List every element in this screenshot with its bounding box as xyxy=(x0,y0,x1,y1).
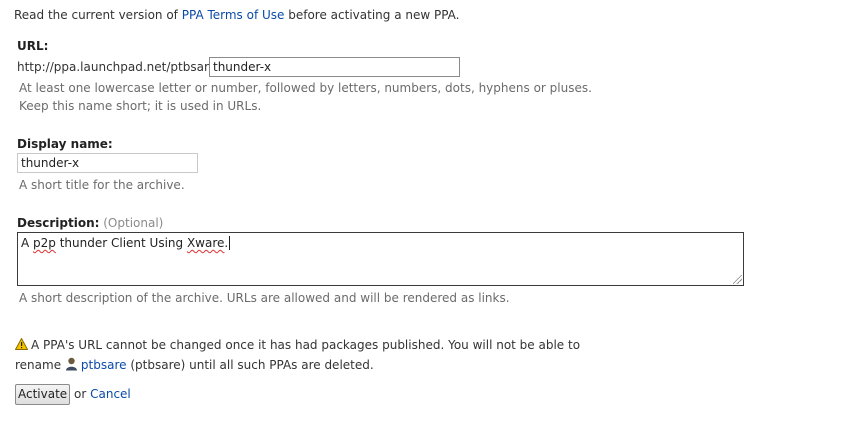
text-cursor xyxy=(229,236,231,250)
person-icon xyxy=(65,357,77,371)
url-name-input[interactable] xyxy=(209,57,460,77)
url-help-line1: At least one lowercase letter or number,… xyxy=(19,81,592,95)
intro-text: Read the current version of PPA Terms of… xyxy=(14,8,460,22)
url-prefix: http://ppa.launchpad.net/ptbsare/ xyxy=(17,60,221,74)
spellcheck-word: Xware xyxy=(186,236,225,250)
actions-row-text: or Cancel xyxy=(74,387,131,401)
warning-icon xyxy=(15,338,28,350)
description-textarea[interactable]: A p2p thunder Client Using Xware. xyxy=(17,232,744,286)
activate-button[interactable]: Activate xyxy=(15,384,71,405)
ppa-terms-link[interactable]: PPA Terms of Use xyxy=(182,8,285,22)
spellcheck-word: p2p xyxy=(33,236,56,250)
display-name-label: Display name: xyxy=(17,137,113,151)
resize-handle-icon[interactable] xyxy=(733,275,742,284)
description-label-row: Description: (Optional) xyxy=(17,216,163,230)
user-ptbsare-link[interactable]: ptbsare xyxy=(81,358,127,372)
cancel-link[interactable]: Cancel xyxy=(90,387,131,401)
description-help: A short description of the archive. URLs… xyxy=(19,291,510,305)
warning-line1: A PPA's URL cannot be changed once it ha… xyxy=(15,338,580,352)
url-help-line2: Keep this name short; it is used in URLs… xyxy=(19,99,262,113)
url-label: URL: xyxy=(17,39,49,53)
optional-hint: (Optional) xyxy=(103,216,164,230)
description-label: Description: xyxy=(17,216,100,230)
warning-line2: rename ptbsare (ptbsare) until all such … xyxy=(15,357,374,372)
display-name-input[interactable] xyxy=(17,153,198,173)
display-name-help: A short title for the archive. xyxy=(19,178,185,192)
